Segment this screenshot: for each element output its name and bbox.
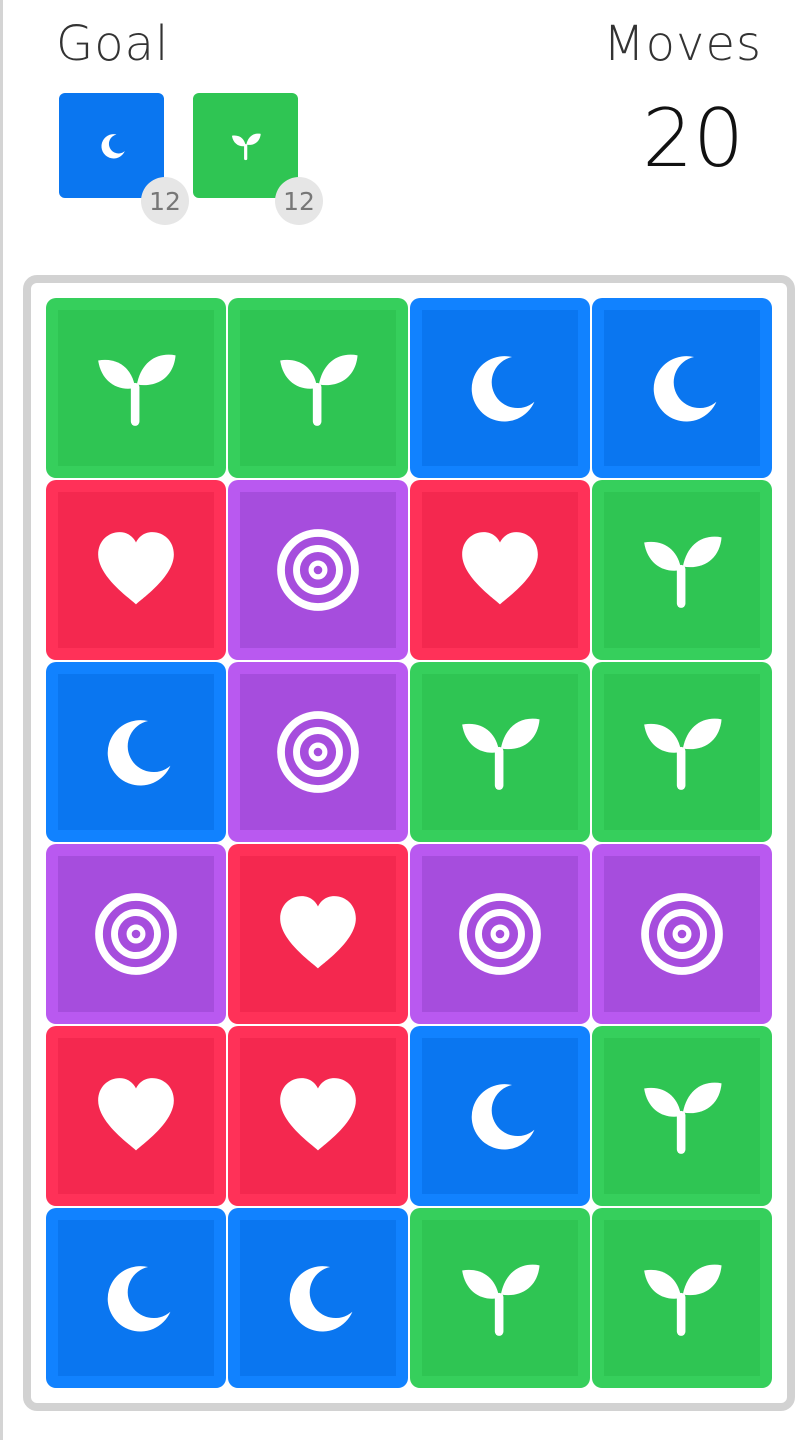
sprout-icon — [639, 709, 725, 795]
goal-count-badge: 12 — [141, 177, 189, 225]
tile-sprout[interactable] — [46, 298, 226, 478]
heart-icon — [93, 1073, 179, 1159]
sprout-icon — [230, 130, 262, 162]
moves-label: Moves — [603, 16, 762, 72]
left-edge-divider — [0, 0, 3, 1440]
moon-icon — [96, 130, 128, 162]
sprout-icon — [93, 345, 179, 431]
heart-icon — [275, 1073, 361, 1159]
goal-label: Goal — [56, 16, 170, 72]
tile-target[interactable] — [228, 662, 408, 842]
target-icon — [275, 709, 361, 795]
moon-icon — [275, 1255, 361, 1341]
tile-target[interactable] — [410, 844, 590, 1024]
tile-moon[interactable] — [592, 298, 772, 478]
tile-sprout[interactable] — [228, 298, 408, 478]
moon-icon — [93, 1255, 179, 1341]
sprout-icon — [639, 527, 725, 613]
tile-target[interactable] — [46, 844, 226, 1024]
target-icon — [457, 891, 543, 977]
tile-sprout[interactable] — [592, 480, 772, 660]
sprout-icon — [639, 1073, 725, 1159]
sprout-icon — [275, 345, 361, 431]
tile-sprout[interactable] — [410, 1208, 590, 1388]
tile-moon[interactable] — [46, 662, 226, 842]
target-icon — [275, 527, 361, 613]
heart-icon — [275, 891, 361, 977]
tile-heart[interactable] — [46, 1026, 226, 1206]
tile-heart[interactable] — [228, 844, 408, 1024]
moon-icon — [457, 345, 543, 431]
heart-icon — [93, 527, 179, 613]
sprout-icon — [639, 1255, 725, 1341]
moves-counter: 20 — [642, 92, 744, 185]
tile-sprout[interactable] — [592, 662, 772, 842]
tile-heart[interactable] — [228, 1026, 408, 1206]
moon-icon — [93, 709, 179, 795]
sprout-icon — [457, 709, 543, 795]
game-board — [23, 275, 795, 1411]
tile-sprout[interactable] — [592, 1026, 772, 1206]
moon-icon — [457, 1073, 543, 1159]
tile-sprout[interactable] — [592, 1208, 772, 1388]
tile-moon[interactable] — [46, 1208, 226, 1388]
goal-count-badge: 12 — [275, 177, 323, 225]
moon-icon — [639, 345, 725, 431]
tile-sprout[interactable] — [410, 662, 590, 842]
tile-heart[interactable] — [46, 480, 226, 660]
sprout-icon — [457, 1255, 543, 1341]
target-icon — [93, 891, 179, 977]
tile-moon[interactable] — [410, 1026, 590, 1206]
target-icon — [639, 891, 725, 977]
heart-icon — [457, 527, 543, 613]
tile-heart[interactable] — [410, 480, 590, 660]
tile-target[interactable] — [228, 480, 408, 660]
tile-moon[interactable] — [228, 1208, 408, 1388]
tile-moon[interactable] — [410, 298, 590, 478]
tile-target[interactable] — [592, 844, 772, 1024]
